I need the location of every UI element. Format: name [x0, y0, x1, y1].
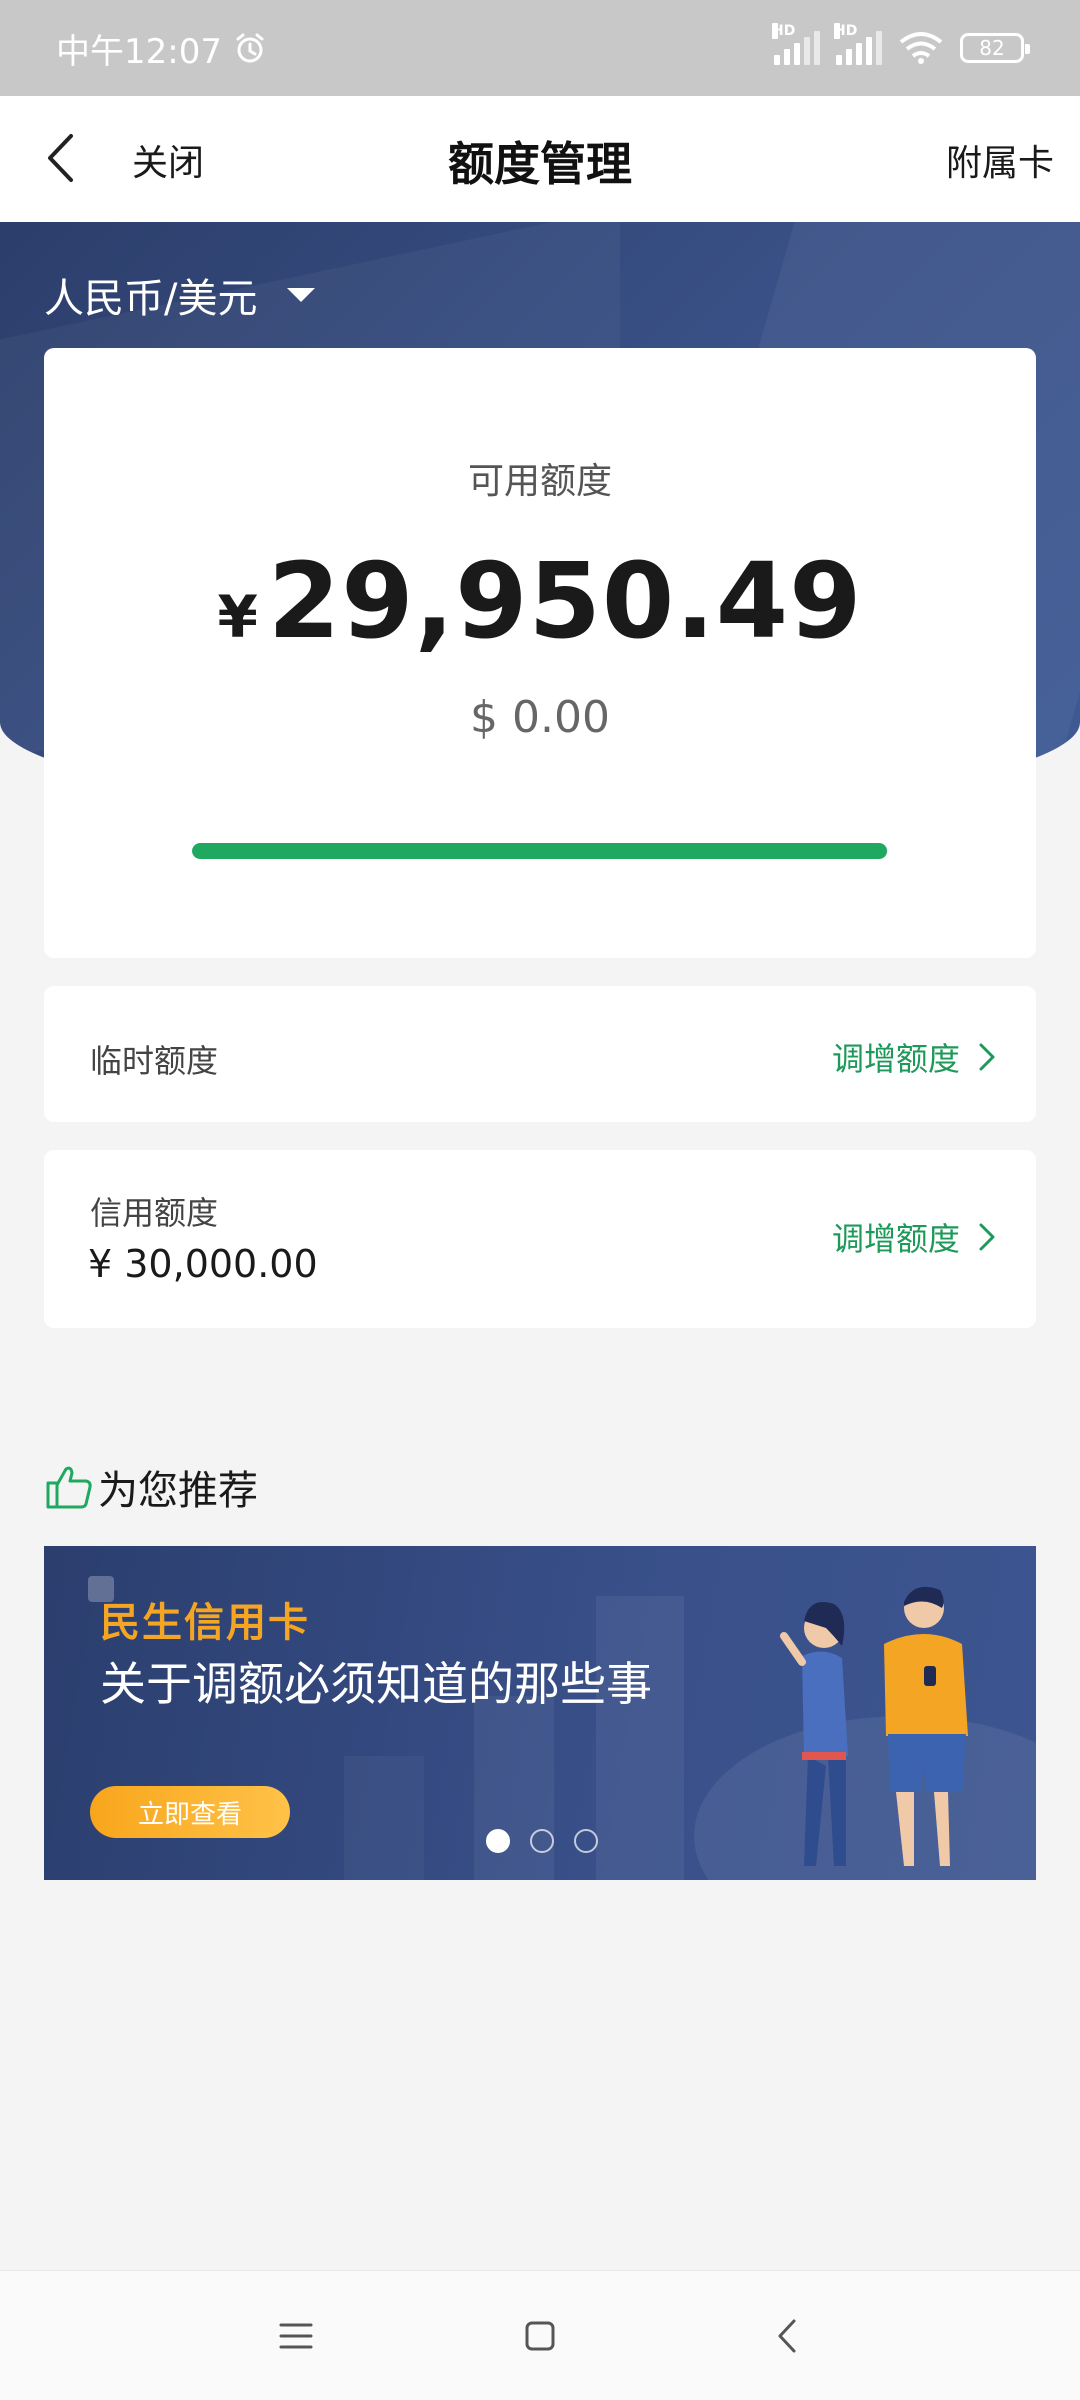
banner-dot[interactable]	[486, 1829, 510, 1853]
available-amount-value: 29,950.49	[267, 540, 863, 662]
back-button[interactable]	[28, 126, 92, 190]
currency-selector[interactable]: 人民币/美元	[44, 266, 316, 324]
currency-selector-label: 人民币/美元	[44, 276, 258, 322]
temporary-limit-row: 临时额度 调增额度	[44, 986, 1036, 1122]
available-credit-amount: ¥ 29,950.49	[44, 540, 1036, 662]
banner-pagination	[486, 1829, 598, 1853]
header: 关闭 额度管理 附属卡	[0, 96, 1080, 222]
menu-nav-button[interactable]	[266, 2311, 326, 2361]
home-nav-button[interactable]	[510, 2311, 570, 2361]
people-illustration	[780, 1586, 968, 1866]
banner-headline: 关于调额必须知道的那些事	[100, 1657, 652, 1711]
status-bar: 中午12:07 HD HD 82	[0, 0, 1080, 96]
banner-dot[interactable]	[530, 1829, 554, 1853]
usd-available-amount: $ 0.00	[470, 692, 610, 743]
menu-icon	[279, 2323, 313, 2349]
available-credit-label: 可用额度	[467, 461, 612, 502]
signal-icon-1: HD	[772, 23, 820, 65]
alarm-icon	[236, 33, 264, 63]
battery-icon: 82	[960, 33, 1030, 63]
recommend-section-title: 为您推荐	[44, 1458, 258, 1516]
thumbs-up-icon	[46, 1466, 92, 1509]
temporary-limit-increase-button[interactable]: 调增额度	[832, 1034, 996, 1080]
hd-label-1: HD	[772, 23, 796, 39]
wifi-icon	[899, 32, 943, 64]
chevron-left-icon	[48, 134, 73, 182]
chevron-left-icon	[778, 2319, 796, 2353]
caret-down-icon	[287, 288, 316, 302]
status-time: 中午12:07	[56, 24, 268, 73]
credit-progress-bar	[192, 843, 888, 859]
temporary-limit-label: 临时额度	[90, 1042, 219, 1080]
status-time-text: 中午12:07	[56, 31, 222, 72]
available-credit-card: 可用额度 ¥ 29,950.49 $ 0.00	[44, 348, 1036, 958]
promo-banner[interactable]: 民生信用卡 关于调额必须知道的那些事 立即查看	[44, 1546, 1036, 1880]
square-home-icon	[525, 2321, 555, 2351]
recommend-title-text: 为您推荐	[98, 1468, 258, 1514]
chevron-right-icon	[979, 1043, 995, 1071]
hd-label-2: HD	[834, 23, 858, 39]
battery-level: 82	[979, 36, 1005, 60]
banner-dot[interactable]	[574, 1829, 598, 1853]
chevron-right-icon	[979, 1223, 995, 1251]
credit-limit-row: 信用额度 ¥ 30,000.00 调增额度	[44, 1150, 1036, 1328]
credit-limit-label: 信用额度	[90, 1194, 219, 1232]
supplementary-card-link[interactable]: 附属卡	[946, 134, 1054, 186]
back-nav-button[interactable]	[757, 2311, 817, 2361]
status-icons: HD HD 82	[772, 23, 1030, 66]
banner-view-now-button[interactable]: 立即查看	[90, 1786, 290, 1838]
credit-limit-value: ¥ 30,000.00	[88, 1242, 318, 1286]
banner-decoration	[596, 1596, 684, 1880]
increase-limit-label: 调增额度	[831, 1040, 960, 1078]
credit-progress-fill	[192, 843, 887, 859]
system-navigation-bar	[0, 2270, 1080, 2400]
signal-icon-2: HD	[834, 23, 882, 65]
close-button[interactable]: 关闭	[132, 134, 204, 186]
increase-limit-label: 调增额度	[831, 1220, 960, 1258]
banner-brand: 民生信用卡	[100, 1600, 310, 1646]
currency-symbol: ¥	[217, 583, 258, 651]
banner-decoration	[344, 1756, 424, 1880]
credit-limit-increase-button[interactable]: 调增额度	[832, 1214, 996, 1260]
page: 中午12:07 HD HD 82 关闭 额度管理 附属卡 人民币/美元 可用额度…	[0, 0, 1080, 2400]
